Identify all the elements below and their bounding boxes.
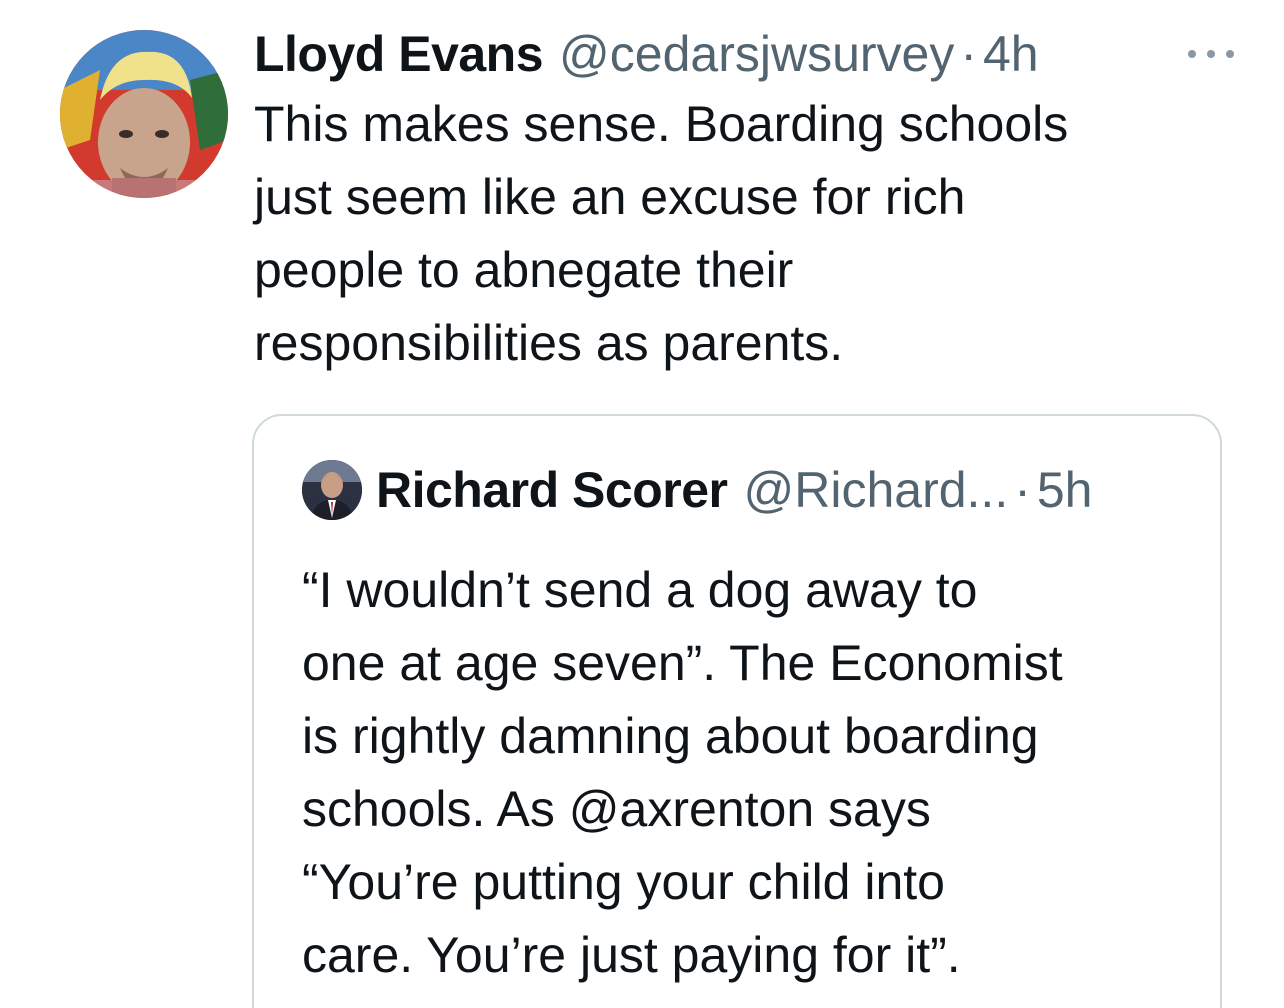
tweet-header: Lloyd Evans @cedarsjwsurvey · 4h	[254, 22, 1234, 86]
author-avatar[interactable]	[60, 30, 228, 198]
quoted-author-avatar[interactable]	[302, 460, 362, 520]
more-dot	[1226, 50, 1234, 58]
tweet-text-line: people to abnegate their	[254, 242, 794, 298]
separator-dot: ·	[960, 26, 977, 82]
more-dot	[1207, 50, 1215, 58]
tweet-content: Lloyd Evans @cedarsjwsurvey · 4h This ma…	[254, 22, 1234, 380]
more-dot	[1188, 50, 1196, 58]
quoted-author-name[interactable]: Richard Scorer	[376, 458, 728, 522]
quoted-text-line: “I wouldn’t send a dog away to	[302, 562, 978, 618]
quoted-text-line: one at age seven”. The Economist	[302, 635, 1063, 691]
tweet-text-line: just seem like an excuse for rich	[254, 169, 966, 225]
tweet-text: This makes sense. Boarding schools just …	[254, 88, 1194, 380]
author-handle[interactable]: @cedarsjwsurvey	[559, 22, 954, 86]
quoted-text-line: “You’re putting your child into	[302, 854, 945, 910]
quoted-tweet-text: “I wouldn’t send a dog away to one at ag…	[302, 554, 1063, 992]
tweet-timestamp[interactable]: 4h	[983, 22, 1039, 86]
quoted-text-line: care. You’re just paying for it”.	[302, 927, 961, 983]
quoted-text-line: is rightly damning about boarding	[302, 708, 1039, 764]
quoted-tweet-timestamp[interactable]: 5h	[1037, 458, 1093, 522]
quoted-tweet-header: Richard Scorer @Richard... · 5h	[302, 458, 1093, 522]
tweet-text-line: responsibilities as parents.	[254, 315, 844, 371]
separator-dot: ·	[1014, 462, 1031, 518]
quoted-tweet-card[interactable]: Richard Scorer @Richard... · 5h “I would…	[252, 414, 1222, 1008]
author-name[interactable]: Lloyd Evans	[254, 22, 544, 86]
quoted-author-handle[interactable]: @Richard...	[743, 458, 1008, 522]
tweet[interactable]: Lloyd Evans @cedarsjwsurvey · 4h This ma…	[0, 0, 1284, 1008]
tweet-text-line: This makes sense. Boarding schools	[254, 96, 1069, 152]
quoted-text-line: schools. As @axrenton says	[302, 781, 931, 837]
more-horizontal-icon[interactable]	[1188, 44, 1234, 64]
